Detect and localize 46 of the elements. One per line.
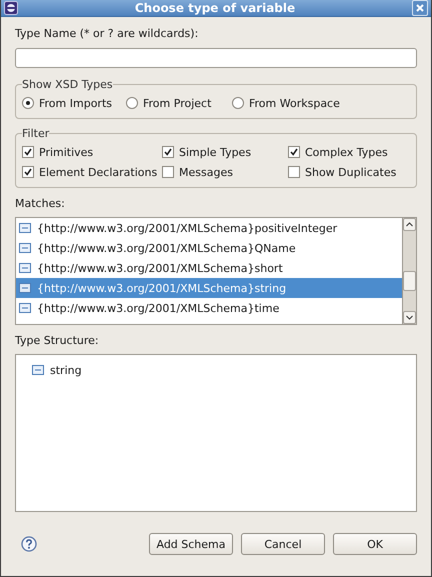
radio-label: From Imports [39, 96, 112, 110]
checkbox[interactable] [162, 146, 174, 158]
close-button[interactable] [412, 0, 428, 16]
group-title: Filter [22, 127, 50, 140]
checkbox-label: Messages [179, 166, 233, 178]
group-title: Show XSD Types [22, 78, 113, 91]
checkbox-label: Complex Types [305, 146, 388, 158]
dialog-button[interactable]: OK [333, 533, 417, 555]
app-icon [4, 1, 18, 15]
type-icon [19, 263, 31, 273]
radio-button[interactable] [126, 97, 138, 109]
checkbox[interactable] [288, 166, 300, 178]
type-name-label: Type Name (* or ? are wildcards): [15, 26, 200, 42]
match-item[interactable]: {http://www.w3.org/2001/XMLSchema}short [16, 258, 402, 278]
window-title: Choose type of variable [134, 1, 296, 15]
match-item[interactable]: {http://www.w3.org/2001/XMLSchema}time [16, 298, 402, 318]
scrollbar-thumb[interactable] [403, 271, 416, 291]
checkbox-label: Show Duplicates [305, 166, 396, 178]
scrollbar[interactable] [403, 217, 417, 325]
checkbox-label: Simple Types [179, 146, 252, 158]
tree-item[interactable]: string [32, 360, 416, 380]
help-icon[interactable] [21, 536, 37, 552]
type-icon [19, 243, 31, 253]
close-icon [416, 4, 424, 12]
checkbox[interactable] [22, 166, 34, 178]
type-structure-label: Type Structure: [15, 333, 100, 349]
checkbox-label: Element Declarations [39, 166, 158, 178]
type-icon [19, 303, 31, 313]
radio-button[interactable] [232, 97, 244, 109]
type-icon [19, 283, 31, 293]
type-icon [19, 223, 31, 233]
match-item[interactable]: {http://www.w3.org/2001/XMLSchema}string [16, 278, 402, 298]
radio-label: From Project [143, 96, 212, 110]
checkbox[interactable] [22, 146, 34, 158]
match-item[interactable]: {http://www.w3.org/2001/XMLSchema}positiveInteger [16, 218, 402, 238]
type-name-field[interactable] [15, 48, 417, 68]
matches-label: Matches: [15, 196, 66, 212]
radio-button[interactable] [22, 97, 34, 109]
dialog-button[interactable]: Add Schema [149, 533, 233, 555]
checkbox-label: Primitives [39, 146, 94, 158]
checkbox[interactable] [288, 146, 300, 158]
type-icon [32, 365, 44, 375]
radio-label: From Workspace [249, 96, 340, 110]
checkbox[interactable] [162, 166, 174, 178]
match-item[interactable]: {http://www.w3.org/2001/XMLSchema}QName [16, 238, 402, 258]
dialog-button[interactable]: Cancel [241, 533, 325, 555]
